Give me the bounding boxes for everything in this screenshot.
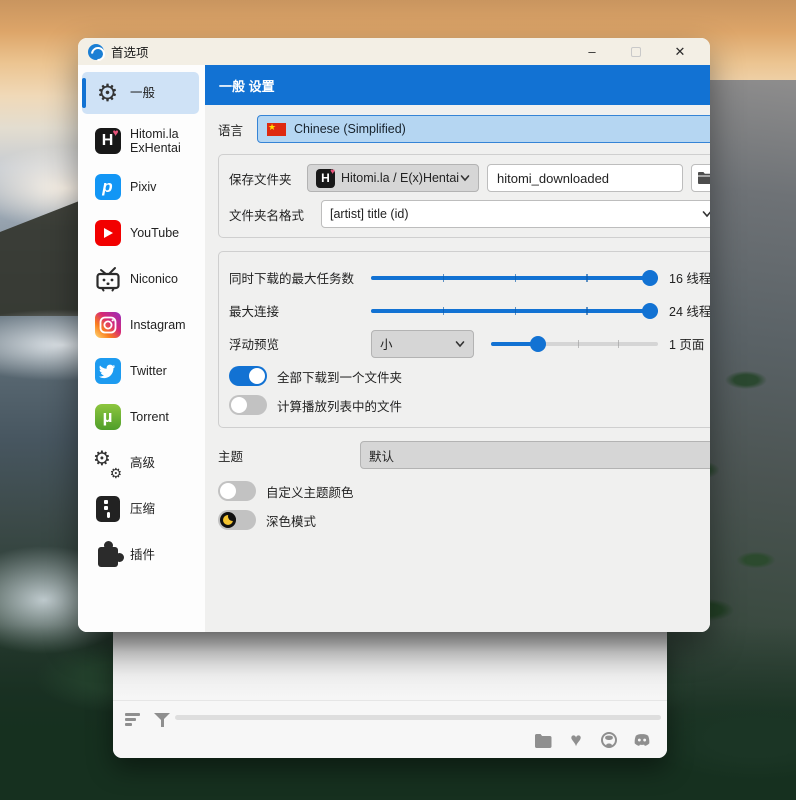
sidebar-item-compression[interactable]: 压缩 — [82, 486, 199, 532]
gears-icon: ⚙⚙ — [94, 450, 121, 477]
hitomi-icon: H♥ — [94, 128, 121, 155]
dark-mode-toggle[interactable] — [218, 510, 256, 530]
save-folder-source-select[interactable]: H♥ Hitomi.la / E(x)Hentai — [307, 164, 479, 192]
sidebar-item-niconico[interactable]: Niconico — [82, 256, 199, 302]
preview-pages-value: 1 页面 — [669, 334, 710, 353]
sidebar-item-hitomi[interactable]: H♥ Hitomi.la ExHentai — [82, 118, 199, 164]
sidebar-item-torrent[interactable]: µ Torrent — [82, 394, 199, 440]
max-connections-value: 24 线程 — [669, 301, 710, 320]
chevron-down-icon — [702, 209, 710, 219]
preview-pages-slider[interactable] — [491, 336, 658, 352]
dialog-titlebar[interactable]: 首选项 – ✕ — [78, 38, 710, 65]
twitter-icon — [94, 358, 121, 385]
language-select[interactable]: ★ Chinese (Simplified) — [257, 115, 710, 143]
preview-label: 浮动预览 — [229, 334, 371, 353]
sidebar-item-general[interactable]: ⚙ 一般 — [82, 72, 199, 114]
moon-icon — [220, 512, 236, 528]
preview-size-select[interactable]: 小 — [371, 330, 474, 358]
chevron-down-icon — [455, 339, 465, 349]
save-folder-input[interactable] — [487, 164, 683, 192]
custom-theme-color-toggle[interactable] — [218, 481, 256, 501]
sidebar-item-plugins[interactable]: 插件 — [82, 532, 199, 578]
pixiv-icon: p — [94, 174, 121, 201]
language-label: 语言 — [218, 120, 245, 139]
theme-label: 主题 — [218, 446, 360, 465]
instagram-icon — [94, 312, 121, 339]
heart-icon[interactable]: ♥ — [567, 731, 585, 749]
github-icon[interactable] — [600, 731, 618, 749]
maximize-button[interactable] — [614, 40, 658, 64]
custom-theme-color-label: 自定义主题颜色 — [266, 482, 354, 501]
puzzle-icon — [94, 542, 121, 569]
hitomi-icon: H♥ — [316, 169, 335, 188]
folder-icon[interactable] — [534, 731, 552, 749]
main-app-window[interactable]: ♥ — [113, 632, 667, 758]
folder-format-label: 文件夹名格式 — [229, 205, 321, 224]
folder-format-select[interactable]: [artist] title (id) — [321, 200, 710, 228]
save-folder-label: 保存文件夹 — [229, 169, 307, 188]
youtube-icon — [94, 220, 121, 247]
count-playlist-label: 计算播放列表中的文件 — [277, 396, 402, 415]
sidebar-item-youtube[interactable]: YouTube — [82, 210, 199, 256]
close-button[interactable]: ✕ — [658, 40, 702, 64]
max-tasks-label: 同时下载的最大任务数 — [229, 268, 371, 287]
max-tasks-slider[interactable] — [371, 270, 658, 286]
chevron-down-icon — [460, 173, 470, 183]
save-folder-group: 保存文件夹 H♥ Hitomi.la / E(x)Hentai — [218, 154, 710, 238]
one-folder-label: 全部下载到一个文件夹 — [277, 367, 402, 386]
max-connections-slider[interactable] — [371, 303, 658, 319]
dialog-title: 首选项 — [111, 42, 570, 61]
section-header: 一般 设置 — [205, 65, 710, 105]
section-title: 一般 设置 — [219, 76, 275, 95]
main-window-toolbar: ♥ — [113, 700, 667, 758]
dark-mode-label: 深色模式 — [266, 511, 316, 530]
max-connections-label: 最大连接 — [229, 301, 371, 320]
discord-icon[interactable] — [633, 731, 651, 749]
download-settings-group: 同时下载的最大任务数 16 线程 最大连接 — [218, 251, 710, 428]
minimize-button[interactable]: – — [570, 40, 614, 64]
sidebar-item-pixiv[interactable]: p Pixiv — [82, 164, 199, 210]
browse-folder-button[interactable] — [691, 164, 710, 192]
max-tasks-value: 16 线程 — [669, 268, 710, 287]
progress-bar — [175, 715, 661, 720]
settings-sidebar: ⚙ 一般 H♥ Hitomi.la ExHentai p Pixiv YouTu… — [78, 65, 205, 632]
sort-icon[interactable] — [125, 711, 140, 728]
torrent-icon: µ — [94, 404, 121, 431]
sidebar-item-advanced[interactable]: ⚙⚙ 高级 — [82, 440, 199, 486]
niconico-icon — [94, 266, 121, 293]
settings-content: 一般 设置 语言 ★ Chinese (Simplified) — [205, 65, 710, 632]
app-icon — [88, 44, 104, 60]
count-playlist-toggle[interactable] — [229, 395, 267, 415]
preferences-dialog: 首选项 – ✕ ⚙ 一般 H♥ Hitomi.la ExHentai p Pix… — [78, 38, 710, 632]
zip-icon — [94, 496, 121, 523]
filter-icon[interactable] — [154, 712, 170, 728]
sidebar-item-twitter[interactable]: Twitter — [82, 348, 199, 394]
china-flag-icon: ★ — [267, 123, 286, 136]
one-folder-toggle[interactable] — [229, 366, 267, 386]
theme-select[interactable]: 默认 — [360, 441, 710, 469]
gear-icon: ⚙ — [94, 80, 121, 107]
sidebar-item-instagram[interactable]: Instagram — [82, 302, 199, 348]
